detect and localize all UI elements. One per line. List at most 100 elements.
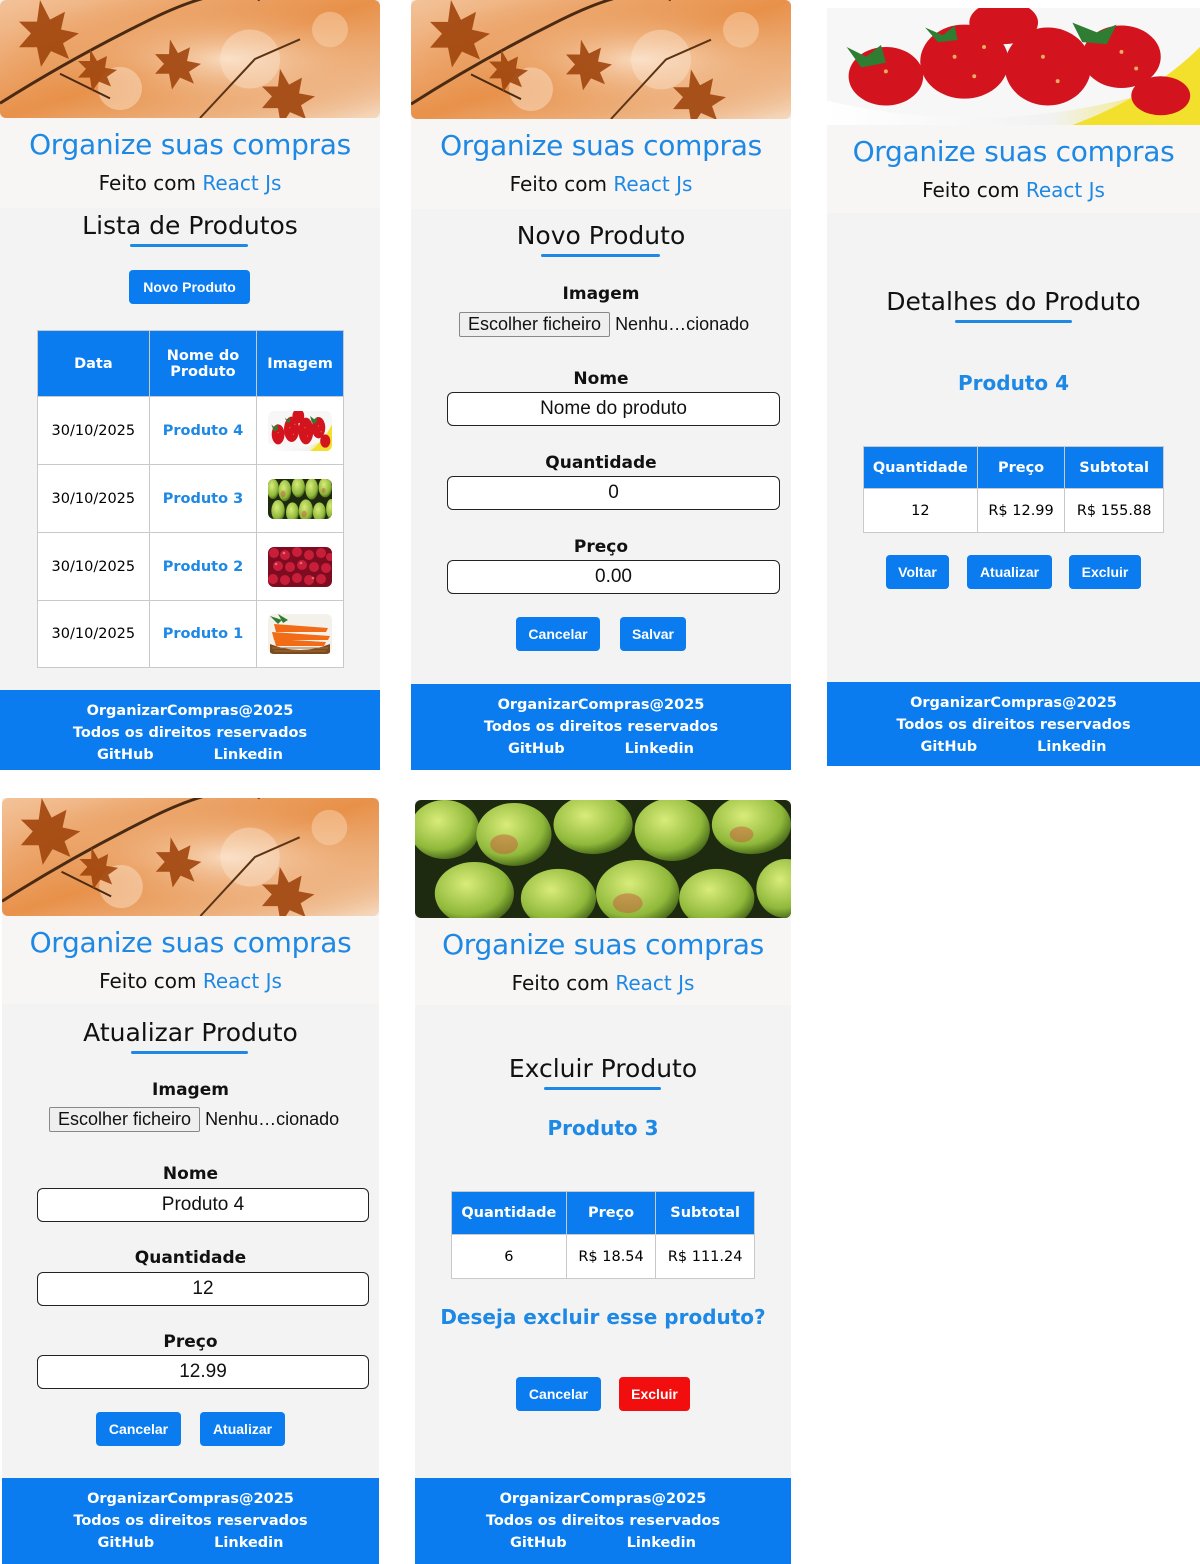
linkedin-link[interactable]: Linkedin xyxy=(1037,736,1106,758)
price-value: R$ 18.54 xyxy=(565,1234,657,1279)
page-title: Detalhes do Produto xyxy=(886,287,1141,316)
github-link[interactable]: GitHub xyxy=(510,1532,567,1554)
product-link[interactable]: Produto 1 xyxy=(148,600,258,668)
autumn-banner-image xyxy=(2,798,379,916)
image-label: Imagem xyxy=(562,284,640,304)
row-date: 30/10/2025 xyxy=(37,532,150,601)
product-link[interactable]: Produto 2 xyxy=(148,532,258,601)
github-link[interactable]: GitHub xyxy=(97,744,154,766)
made-with-text: Feito com React Js xyxy=(509,172,693,196)
new-product-button[interactable]: Novo Produto xyxy=(129,270,250,304)
product-link[interactable]: Produto 3 xyxy=(148,464,258,533)
footer-links: GitHub Linkedin xyxy=(827,736,1200,758)
delete-details-table: Quantidade Preço Subtotal 6 R$ 18.54 R$ … xyxy=(451,1191,755,1279)
row-date: 30/10/2025 xyxy=(37,396,150,465)
site-header: Organize suas compras Feito com React Js xyxy=(2,916,379,1004)
site-footer: OrganizarCompras@2025 Todos os direitos … xyxy=(2,1478,379,1564)
carrots-thumbnail xyxy=(268,614,332,654)
product-link[interactable]: Produto 4 xyxy=(148,396,258,465)
name-field[interactable]: Nome do produto xyxy=(447,392,780,426)
subtotal-value: R$ 111.24 xyxy=(655,1234,755,1279)
update-button[interactable]: Atualizar xyxy=(967,555,1052,589)
footer-copyright: OrganizarCompras@2025 xyxy=(86,703,294,719)
site-footer: OrganizarCompras@2025 Todos os direitos … xyxy=(415,1478,791,1564)
footer-copyright: OrganizarCompras@2025 xyxy=(497,697,705,713)
brand-title: Organize suas compras xyxy=(29,128,351,161)
update-button[interactable]: Atualizar xyxy=(200,1412,285,1446)
price-field[interactable]: 0.00 xyxy=(447,560,780,594)
save-button[interactable]: Salvar xyxy=(620,617,686,651)
choose-file-button[interactable]: Escolher ficheiro xyxy=(459,312,611,337)
table-row: 30/10/2025 Produto 4 xyxy=(37,396,344,465)
image-label: Imagem xyxy=(152,1080,229,1100)
column-header-subtotal: Subtotal xyxy=(655,1191,755,1235)
footer-rights: Todos os direitos reservados xyxy=(73,1513,308,1529)
site-header: Organize suas compras Feito com React Js xyxy=(827,125,1200,213)
github-link[interactable]: GitHub xyxy=(921,736,978,758)
site-footer: OrganizarCompras@2025 Todos os direitos … xyxy=(827,682,1200,766)
row-date: 30/10/2025 xyxy=(37,464,150,533)
footer-links: GitHub Linkedin xyxy=(0,744,380,766)
confirm-delete-button[interactable]: Excluir xyxy=(619,1377,690,1411)
file-picker: Escolher ficheiro Nenhu…cionado xyxy=(49,1107,339,1132)
name-field[interactable]: Produto 4 xyxy=(37,1188,369,1222)
quantity-field[interactable]: 0 xyxy=(447,476,780,510)
footer-rights: Todos os direitos reservados xyxy=(896,717,1131,733)
footer-rights: Todos os direitos reservados xyxy=(485,1513,721,1529)
cranberries-thumbnail xyxy=(268,547,332,587)
pears-banner-image xyxy=(415,800,791,918)
name-label: Nome xyxy=(162,1164,219,1184)
strawberries-banner-image xyxy=(827,8,1200,125)
github-link[interactable]: GitHub xyxy=(508,738,565,760)
footer-links: GitHub Linkedin xyxy=(2,1532,379,1554)
cancel-button[interactable]: Cancelar xyxy=(516,1377,601,1411)
footer-copyright: OrganizarCompras@2025 xyxy=(87,1491,294,1507)
title-underline xyxy=(955,320,1072,323)
linkedin-link[interactable]: Linkedin xyxy=(214,744,283,766)
row-date: 30/10/2025 xyxy=(37,600,150,668)
site-footer: OrganizarCompras@2025 Todos os direitos … xyxy=(411,684,791,770)
linkedin-link[interactable]: Linkedin xyxy=(625,738,694,760)
column-header-date: Data xyxy=(37,330,150,397)
product-name: Produto 3 xyxy=(547,1116,659,1140)
product-name: Produto 4 xyxy=(958,371,1069,395)
panel-delete-product: Organize suas compras Feito com React Js… xyxy=(415,800,791,1564)
brand-title: Organize suas compras xyxy=(29,926,352,959)
cancel-button[interactable]: Cancelar xyxy=(516,617,600,651)
table-row: 30/10/2025 Produto 3 xyxy=(37,464,344,533)
site-header: Organize suas compras Feito com React Js xyxy=(0,118,380,208)
quantity-field[interactable]: 12 xyxy=(37,1272,369,1306)
pears-thumbnail xyxy=(268,479,332,519)
quantity-label: Quantidade xyxy=(545,453,657,473)
row-image-cell xyxy=(256,396,344,465)
column-header-image: Imagem xyxy=(256,330,344,397)
linkedin-link[interactable]: Linkedin xyxy=(627,1532,696,1554)
title-underline xyxy=(131,1051,248,1054)
made-with-text: Feito com React Js xyxy=(922,178,1105,202)
file-status: Nenhu…cionado xyxy=(205,1109,340,1129)
back-button[interactable]: Voltar xyxy=(886,555,949,589)
table-row: 30/10/2025 Produto 1 xyxy=(37,600,344,668)
row-image-cell xyxy=(256,532,344,601)
panel-new-product: Organize suas compras Feito com React Js… xyxy=(411,0,791,770)
price-value: R$ 12.99 xyxy=(976,488,1066,533)
title-underline xyxy=(544,1087,661,1090)
file-status: Nenhu…cionado xyxy=(615,314,750,334)
column-header-price: Preço xyxy=(565,1191,657,1235)
column-header-quantity: Quantidade xyxy=(451,1191,567,1235)
column-header-name: Nome do Produto xyxy=(148,330,258,397)
footer-rights: Todos os direitos reservados xyxy=(483,719,719,735)
row-image-cell xyxy=(256,600,344,668)
github-link[interactable]: GitHub xyxy=(98,1532,155,1554)
page-title: Lista de Produtos xyxy=(82,211,298,240)
choose-file-button[interactable]: Escolher ficheiro xyxy=(49,1107,201,1132)
price-field[interactable]: 12.99 xyxy=(37,1355,369,1389)
delete-button[interactable]: Excluir xyxy=(1069,555,1141,589)
panel-product-details: Organize suas compras Feito com React Js… xyxy=(827,8,1200,766)
linkedin-link[interactable]: Linkedin xyxy=(214,1532,283,1554)
products-table: Data Nome do Produto Imagem 30/10/2025 P… xyxy=(37,330,344,668)
cancel-button[interactable]: Cancelar xyxy=(96,1412,181,1446)
site-header: Organize suas compras Feito com React Js xyxy=(411,119,791,209)
autumn-banner-image xyxy=(411,0,791,119)
made-with-text: Feito com React Js xyxy=(98,171,282,195)
